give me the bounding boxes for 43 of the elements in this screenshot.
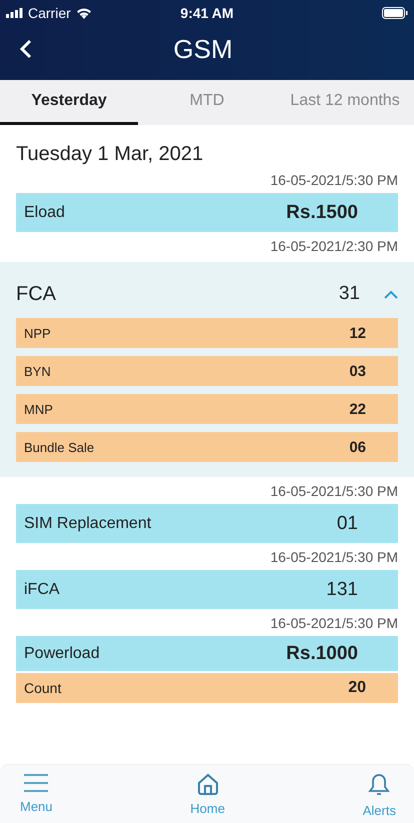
timestamp: 16-05-2021/5:30 PM bbox=[269, 171, 399, 190]
row-label: SIM Replacement bbox=[24, 514, 152, 532]
row-value: 12 bbox=[349, 324, 367, 342]
row-value: Rs.1000 bbox=[285, 642, 359, 664]
timestamp: 16-05-2021/2:30 PM bbox=[269, 237, 399, 256]
timestamp: 16-05-2021/5:30 PM bbox=[269, 548, 399, 567]
timestamp: 16-05-2021/5:30 PM bbox=[269, 614, 399, 633]
row-value: 20 bbox=[347, 679, 367, 697]
period-tab[interactable]: MTD bbox=[138, 80, 276, 125]
wifi-icon bbox=[76, 7, 92, 19]
collapse-chevron-icon[interactable] bbox=[384, 290, 398, 298]
row-value: Rs.1500 bbox=[285, 202, 359, 224]
row-value: 06 bbox=[349, 438, 367, 456]
timestamp: 16-05-2021/5:30 PM bbox=[269, 482, 399, 501]
bell-icon bbox=[368, 773, 390, 797]
nav-button[interactable]: Alerts bbox=[358, 765, 400, 823]
row-label: Count bbox=[24, 680, 62, 696]
row-label: Powerload bbox=[24, 644, 101, 662]
period-tab[interactable]: Yesterday bbox=[0, 80, 138, 125]
menu-icon bbox=[23, 773, 50, 793]
row-value: 03 bbox=[349, 362, 367, 380]
home-icon bbox=[196, 773, 219, 795]
nav-button[interactable]: Menu bbox=[16, 765, 57, 823]
group-total: 31 bbox=[338, 283, 360, 305]
carrier-name: Carrier bbox=[28, 5, 71, 21]
group-title: FCA bbox=[16, 282, 57, 306]
date-heading: Tuesday 1 Mar, 2021 bbox=[15, 143, 204, 166]
row-label: Bundle Sale bbox=[24, 440, 96, 454]
period-tab[interactable]: Last 12 months bbox=[276, 80, 414, 125]
row-value: 131 bbox=[325, 578, 359, 600]
row-label: NPP bbox=[24, 326, 52, 340]
back-icon[interactable] bbox=[20, 39, 32, 59]
signal-icon bbox=[6, 8, 23, 18]
status-time: 9:41 AM bbox=[180, 5, 234, 21]
row-label: MNP bbox=[24, 402, 54, 416]
row-label: Eload bbox=[24, 204, 66, 222]
row-label: iFCA bbox=[24, 580, 61, 598]
screen-title: GSM bbox=[172, 34, 234, 64]
battery-icon bbox=[382, 7, 408, 19]
row-value: 22 bbox=[349, 400, 367, 418]
row-value: 01 bbox=[336, 512, 359, 534]
row-label: BYN bbox=[24, 364, 52, 378]
nav-button[interactable]: Home bbox=[186, 765, 229, 823]
